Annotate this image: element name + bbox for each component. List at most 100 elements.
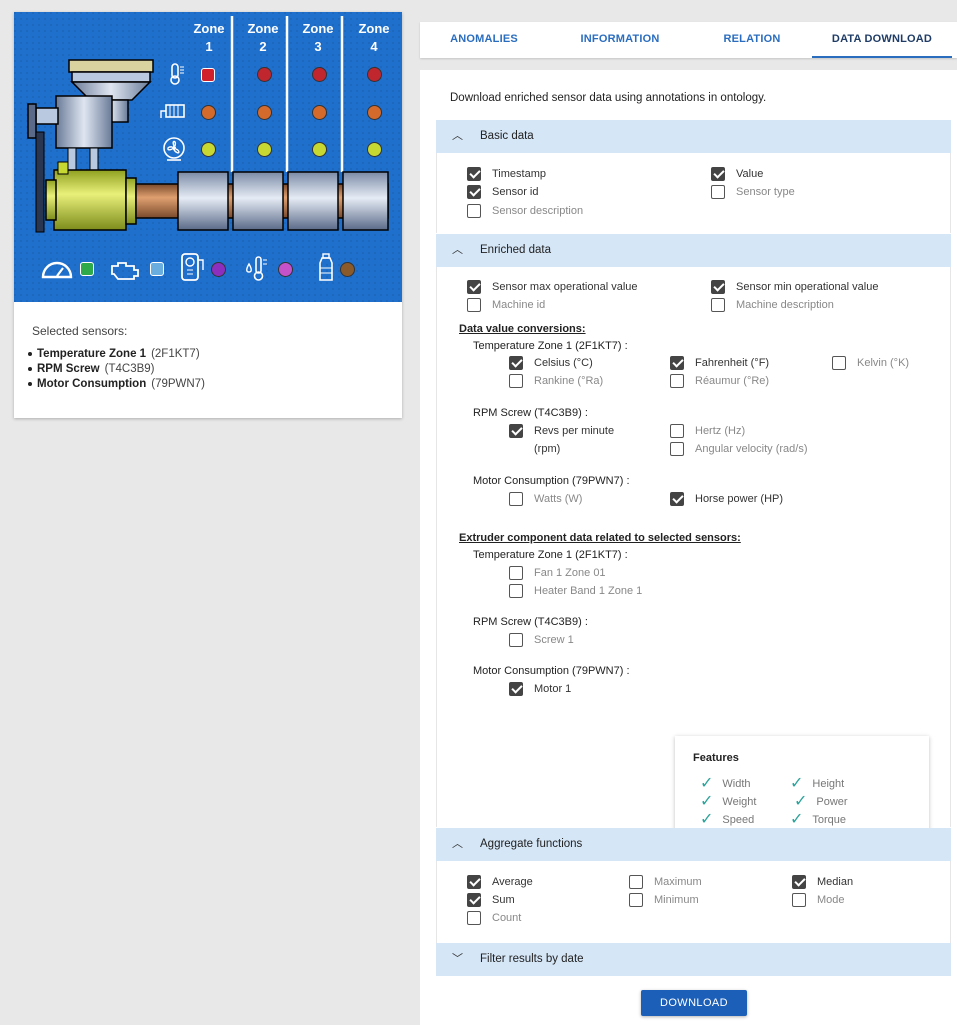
rankine-checkbox[interactable]: Rankine (°Ra) — [509, 374, 603, 388]
list-item: Motor Consumption (79PWN7) — [28, 378, 205, 390]
zone-label-4: Zone 4 — [358, 21, 390, 54]
download-button[interactable]: DOWNLOAD — [641, 990, 747, 1016]
aggregate-header[interactable]: ︿ Aggregate functions — [436, 828, 951, 861]
chevron-up-icon: ︿ — [452, 130, 463, 142]
filter-title: Filter results by date — [480, 953, 584, 965]
level-indicator[interactable] — [340, 262, 355, 277]
hertz-checkbox[interactable]: Hertz (Hz) — [670, 424, 745, 438]
basic-data-header[interactable]: ︿ Basic data — [436, 120, 951, 153]
feature-speed: ✓ Speed — [700, 811, 755, 828]
engine-indicator[interactable] — [150, 262, 164, 276]
ext-rpm-title: RPM Screw (T4C3B9) : — [473, 616, 588, 628]
list-item: Temperature Zone 1 (2F1KT7) — [28, 348, 205, 360]
tab-anomalies[interactable]: ANOMALIES — [420, 22, 548, 58]
mode-checkbox[interactable]: Mode — [792, 893, 845, 907]
chevron-up-icon: ︿ — [452, 244, 463, 256]
machine-description-checkbox[interactable]: Machine description — [711, 298, 834, 312]
motor-conversion-title: Motor Consumption (79PWN7) : — [473, 475, 630, 487]
sensor-description-checkbox[interactable]: Sensor description — [467, 204, 583, 218]
feature-torque: ✓ Torque — [790, 811, 847, 828]
aggregate-title: Aggregate functions — [480, 838, 583, 850]
feature-width: ✓ Width — [700, 775, 751, 792]
heater-zone2-indicator[interactable] — [257, 105, 272, 120]
fan-zone3-indicator[interactable] — [312, 142, 327, 157]
temp-zone1-indicator[interactable] — [201, 68, 215, 82]
enriched-data-header[interactable]: ︿ Enriched data — [436, 234, 951, 267]
sensor-min-checkbox[interactable]: Sensor min operational value — [711, 280, 878, 294]
fahrenheit-checkbox[interactable]: Fahrenheit (°F) — [670, 356, 769, 370]
temp-zone4-indicator[interactable] — [367, 67, 382, 82]
tab-information[interactable]: INFORMATION — [560, 22, 680, 58]
feature-height: ✓ Height — [790, 775, 845, 792]
sensor-max-checkbox[interactable]: Sensor max operational value — [467, 280, 638, 294]
heater-zone1-indicator[interactable] — [201, 105, 216, 120]
features-title: Features — [693, 752, 739, 764]
check-icon: ✓ — [790, 811, 804, 828]
sum-checkbox[interactable]: Sum — [467, 893, 515, 907]
sensor-type-checkbox[interactable]: Sensor type — [711, 185, 795, 199]
check-icon: ✓ — [794, 793, 808, 810]
fan-zone4-indicator[interactable] — [367, 142, 382, 157]
heater-zone3-indicator[interactable] — [312, 105, 327, 120]
machine-id-checkbox[interactable]: Machine id — [467, 298, 545, 312]
ext-motor-title: Motor Consumption (79PWN7) : — [473, 665, 630, 677]
maximum-checkbox[interactable]: Maximum — [629, 875, 702, 889]
check-icon: ✓ — [700, 811, 714, 828]
temp-zone2-indicator[interactable] — [257, 67, 272, 82]
tab-data-download[interactable]: DATA DOWNLOAD — [812, 22, 952, 58]
rpm-screw-indicator[interactable] — [80, 262, 94, 276]
humidity-indicator[interactable] — [278, 262, 293, 277]
heater-zone4-indicator[interactable] — [367, 105, 382, 120]
timestamp-checkbox[interactable]: Timestamp — [467, 167, 546, 181]
engine-icon — [111, 262, 139, 280]
basic-data-title: Basic data — [480, 130, 534, 142]
fan-icon — [163, 137, 185, 161]
average-checkbox[interactable]: Average — [467, 875, 533, 889]
aggregate-body: Average Maximum Median Sum Minimum Mode … — [436, 861, 951, 943]
horse-power-checkbox[interactable]: Horse power (HP) — [670, 492, 783, 506]
tab-relation[interactable]: RELATION — [688, 22, 816, 58]
screw-checkbox[interactable]: Screw 1 — [509, 633, 574, 647]
feature-weight: ✓ Weight — [700, 793, 757, 810]
ext-temp-title: Temperature Zone 1 (2F1KT7) : — [473, 549, 628, 561]
enriched-data-title: Enriched data — [480, 244, 551, 256]
heater-band-checkbox[interactable]: Heater Band 1 Zone 1 — [509, 584, 642, 598]
zone-label-2: Zone 2 — [247, 21, 279, 54]
filter-header[interactable]: ﹀ Filter results by date — [436, 943, 951, 976]
temp-zone3-indicator[interactable] — [312, 67, 327, 82]
rpm-conversion-title: RPM Screw (T4C3B9) : — [473, 407, 588, 419]
value-checkbox[interactable]: Value — [711, 167, 763, 181]
intro-text: Download enriched sensor data using anno… — [450, 92, 767, 104]
celsius-checkbox[interactable]: Celsius (°C) — [509, 356, 593, 370]
reaumur-checkbox[interactable]: Réaumur (°Re) — [670, 374, 769, 388]
tab-bar: ANOMALIES INFORMATION RELATION DATA DOWN… — [420, 22, 957, 58]
fan-zone1-indicator[interactable] — [201, 142, 216, 157]
temp-conversion-title: Temperature Zone 1 (2F1KT7) : — [473, 340, 628, 352]
motor-consumption-indicator[interactable] — [211, 262, 226, 277]
power-meter-icon — [181, 253, 204, 281]
minimum-checkbox[interactable]: Minimum — [629, 893, 699, 907]
fan-zone2-indicator[interactable] — [257, 142, 272, 157]
watts-checkbox[interactable]: Watts (W) — [509, 492, 582, 506]
speedometer-icon — [41, 261, 73, 279]
median-checkbox[interactable]: Median — [792, 875, 853, 889]
basic-data-body: Timestamp Value Sensor id Sensor type Se… — [436, 153, 951, 233]
list-item: RPM Screw (T4C3B9) — [28, 363, 205, 375]
zone-label-1: Zone 1 — [193, 21, 225, 54]
feature-power: ✓ Power — [794, 793, 848, 810]
check-icon: ✓ — [700, 793, 714, 810]
humidity-icon — [246, 256, 267, 281]
check-icon: ✓ — [790, 775, 804, 792]
selected-sensors-title: Selected sensors: — [32, 324, 128, 338]
check-icon: ✓ — [700, 775, 714, 792]
heater-band-icon — [160, 104, 185, 118]
count-checkbox[interactable]: Count — [467, 911, 521, 925]
kelvin-checkbox[interactable]: Kelvin (°K) — [832, 356, 909, 370]
data-download-content: Download enriched sensor data using anno… — [420, 70, 957, 1025]
motor-checkbox[interactable]: Motor 1 — [509, 682, 571, 696]
angular-velocity-checkbox[interactable]: Angular velocity (rad/s) — [670, 442, 808, 456]
rpm-checkbox[interactable]: Revs per minute (rpm) — [509, 424, 614, 458]
sensor-selection-card: Zone 1 Zone 2 Zone 3 Zone 4 Selected sen… — [14, 12, 402, 418]
fan-zone-checkbox[interactable]: Fan 1 Zone 01 — [509, 566, 606, 580]
sensor-id-checkbox[interactable]: Sensor id — [467, 185, 538, 199]
